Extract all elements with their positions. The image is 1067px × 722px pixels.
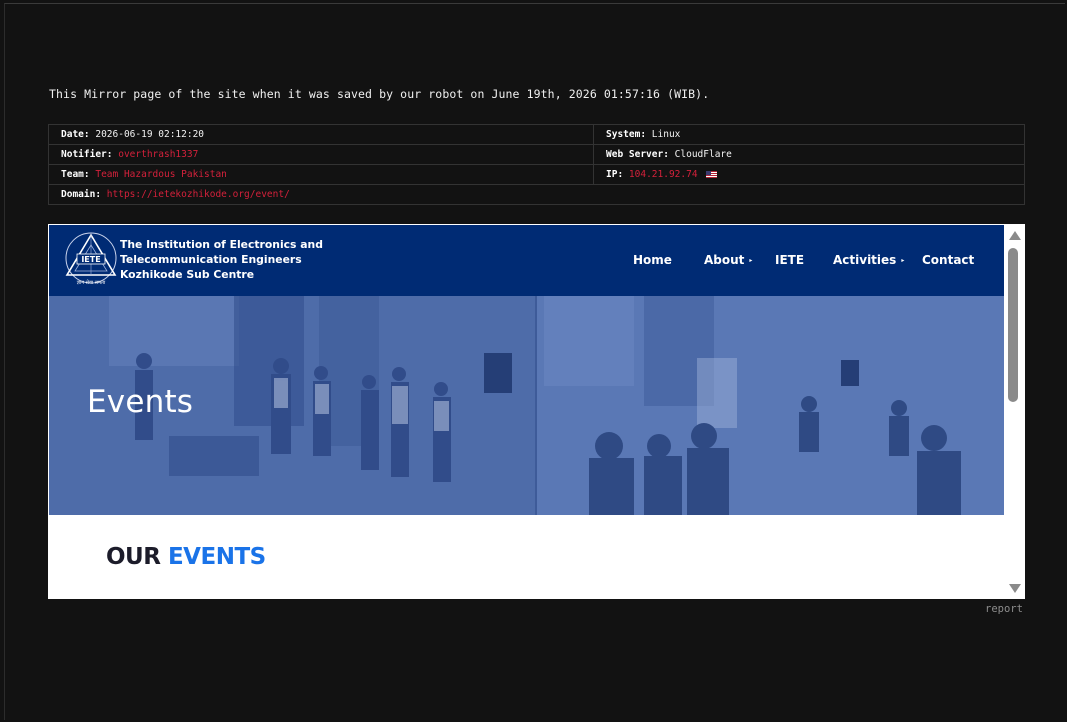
team-link[interactable]: Team Hazardous Pakistan: [95, 169, 227, 180]
info-row: Date: 2026-06-19 02:12:20 System: Linux: [48, 124, 1025, 145]
system-value: Linux: [651, 129, 681, 140]
nav-activities[interactable]: Activities ▸: [833, 253, 904, 267]
us-flag-icon: [706, 171, 718, 178]
main-nav: Home About ▸ IETE Activities ▸ Contact: [49, 253, 1004, 269]
notifier-cell: Notifier: overthrash1337: [48, 144, 594, 165]
caret-right-icon: ▸: [749, 257, 753, 264]
scroll-down-arrow-icon[interactable]: [1009, 584, 1021, 593]
report-link[interactable]: report: [985, 603, 1023, 615]
scroll-up-arrow-icon[interactable]: [1009, 231, 1021, 240]
nav-about[interactable]: About ▸: [704, 253, 752, 267]
team-cell: Team: Team Hazardous Pakistan: [48, 164, 594, 185]
domain-link[interactable]: https://ietekozhikode.org/event/: [107, 189, 290, 200]
domain-label: Domain:: [61, 189, 102, 200]
mirror-note: This Mirror page of the site when it was…: [49, 87, 710, 101]
team-label: Team:: [61, 169, 90, 180]
logo-caption: ज्ञान सेवा समता: [77, 279, 106, 286]
section-title-dark: OUR: [106, 544, 161, 570]
nav-iete[interactable]: IETE: [775, 253, 804, 267]
section-title-blue: EVENTS: [167, 544, 266, 570]
notifier-label: Notifier:: [61, 149, 113, 160]
system-cell: System: Linux: [593, 124, 1025, 145]
notifier-link[interactable]: overthrash1337: [118, 149, 198, 160]
nav-home[interactable]: Home: [633, 253, 672, 267]
scrollbar-thumb[interactable]: [1008, 248, 1018, 402]
info-row: Team: Team Hazardous Pakistan IP: 104.21…: [48, 164, 1025, 185]
org-line-1: The Institution of Electronics and: [120, 238, 323, 251]
mirror-frame: IETE ज्ञान सेवा समता The Institution of …: [48, 224, 1025, 599]
webserver-value: CloudFlare: [674, 149, 732, 160]
domain-cell: Domain: https://ietekozhikode.org/event/: [48, 184, 1025, 205]
nav-about-label: About: [704, 253, 745, 267]
webserver-cell: Web Server: CloudFlare: [593, 144, 1025, 165]
hero-banner: Events: [49, 296, 1004, 515]
nav-contact[interactable]: Contact: [922, 253, 974, 267]
org-line-3: Kozhikode Sub Centre: [120, 268, 255, 281]
info-row: Notifier: overthrash1337 Web Server: Clo…: [48, 144, 1025, 165]
ip-link[interactable]: 104.21.92.74: [629, 169, 698, 180]
date-label: Date:: [61, 129, 90, 140]
ip-cell: IP: 104.21.92.74: [593, 164, 1025, 185]
system-label: System:: [606, 129, 647, 140]
date-value: 2026-06-19 02:12:20: [95, 129, 205, 140]
info-row: Domain: https://ietekozhikode.org/event/: [48, 184, 1025, 205]
caret-right-icon: ▸: [901, 257, 905, 264]
frame-scrollbar[interactable]: [1004, 224, 1025, 599]
info-table: Date: 2026-06-19 02:12:20 System: Linux …: [48, 124, 1025, 205]
webserver-label: Web Server:: [606, 149, 669, 160]
nav-activities-label: Activities: [833, 253, 897, 267]
hero-title: Events: [87, 384, 194, 420]
ip-label: IP:: [606, 169, 624, 180]
date-cell: Date: 2026-06-19 02:12:20: [48, 124, 594, 145]
section-title: OUR EVENTS: [106, 544, 266, 570]
site-header: IETE ज्ञान सेवा समता The Institution of …: [49, 225, 1004, 296]
